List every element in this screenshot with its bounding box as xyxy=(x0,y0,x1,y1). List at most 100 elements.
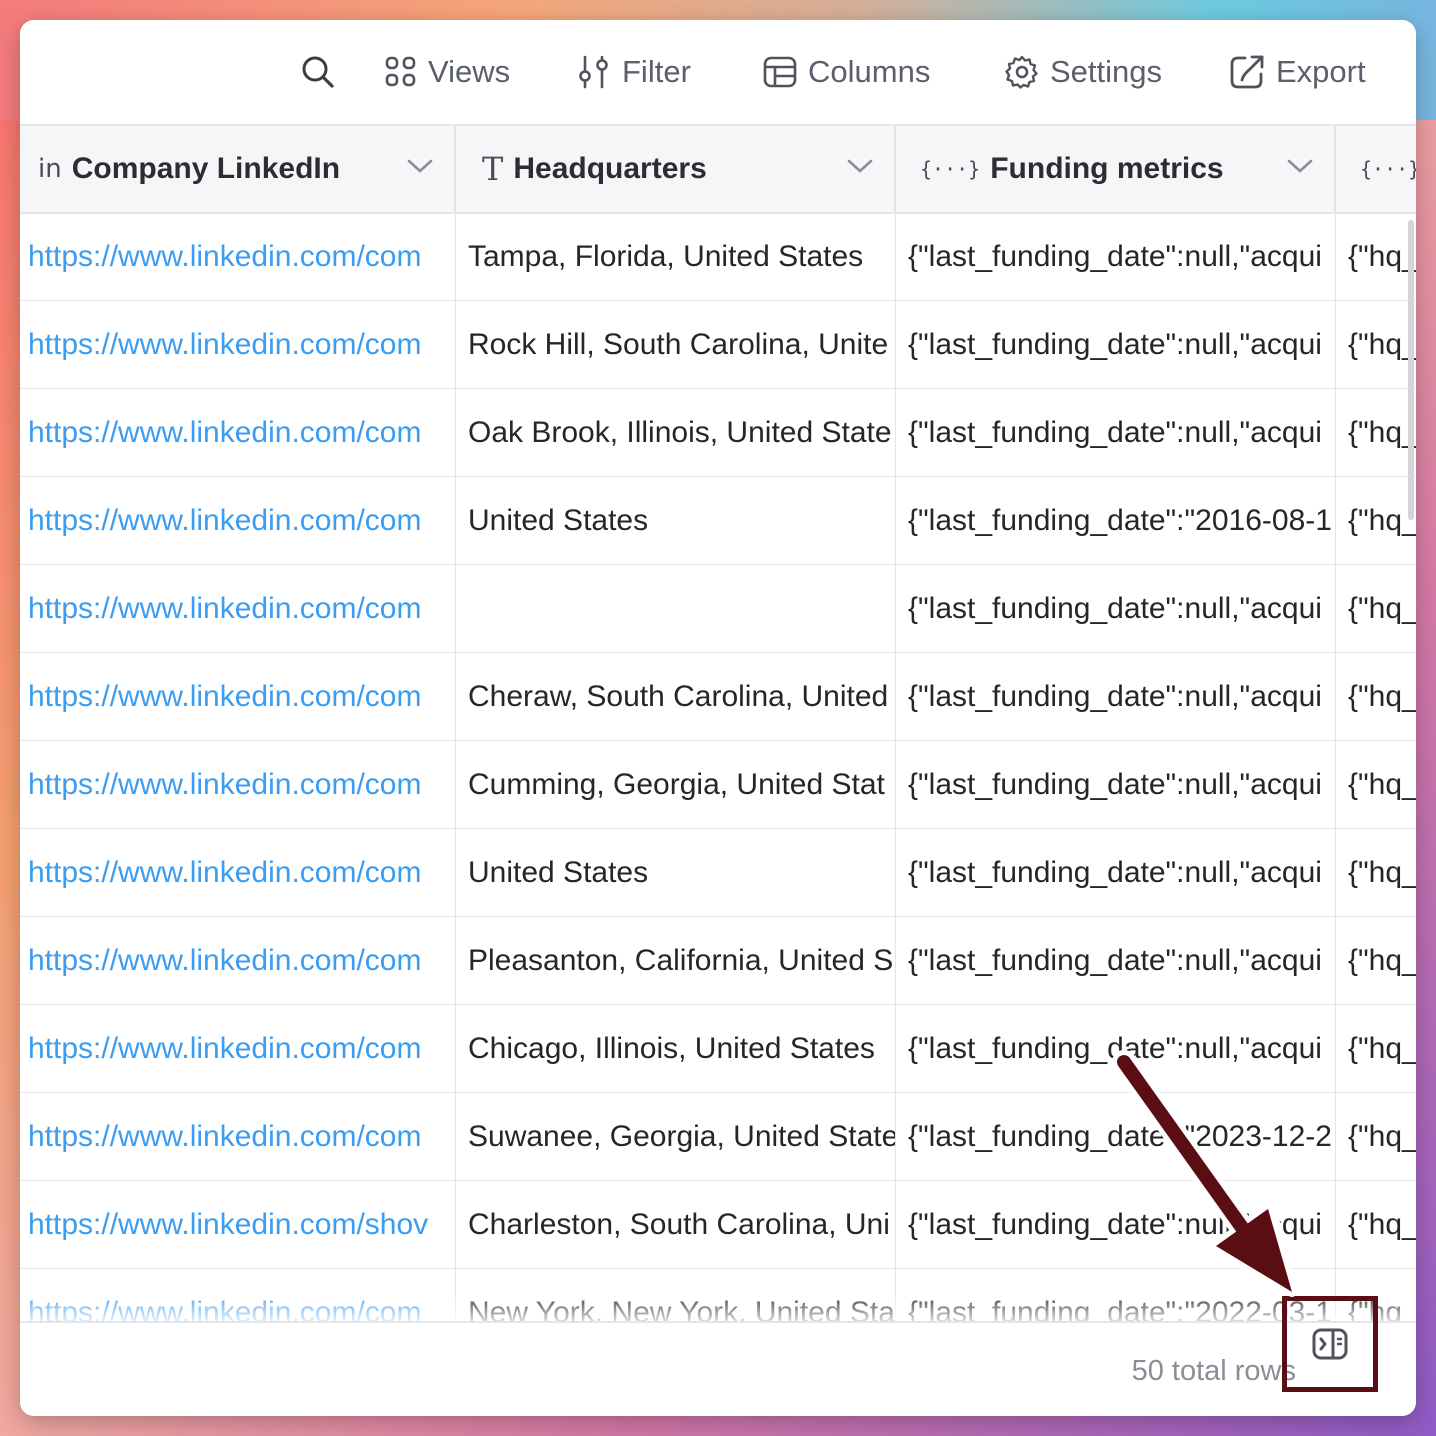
filter-sliders-icon xyxy=(579,55,608,89)
total-rows-count: 50 total rows xyxy=(1131,1355,1296,1387)
table-row[interactable]: https://www.linkedin.com/com Cheraw, Sout… xyxy=(20,653,1416,741)
column-header-label: Company LinkedIn xyxy=(71,152,341,185)
linkedin-url-cell[interactable]: https://www.linkedin.com/shov xyxy=(20,1181,456,1269)
settings-button[interactable]: Settings xyxy=(1004,48,1162,96)
headquarters-cell[interactable]: Tampa, Florida, United States xyxy=(456,213,896,301)
headquarters-cell[interactable] xyxy=(456,565,896,653)
table-row[interactable]: https://www.linkedin.com/com Oak Brook, I… xyxy=(20,389,1416,477)
linkedin-url-cell[interactable]: https://www.linkedin.com/com xyxy=(20,301,456,389)
funding-metrics-cell[interactable]: {"last_funding_date":null,"acqui xyxy=(896,213,1336,301)
headquarters-cell[interactable]: Rock Hill, South Carolina, Unite xyxy=(456,301,896,389)
chevron-down-icon[interactable] xyxy=(406,156,434,176)
table-row[interactable]: https://www.linkedin.com/com United State… xyxy=(20,829,1416,917)
table-row[interactable]: https://www.linkedin.com/com Chicago, Ill… xyxy=(20,1005,1416,1093)
linkedin-url-cell[interactable]: https://www.linkedin.com/com xyxy=(20,917,456,1005)
partial-json-cell[interactable]: {"hq_ xyxy=(1336,829,1416,917)
linkedin-icon: in xyxy=(38,154,62,184)
headquarters-cell[interactable]: Pleasanton, California, United S xyxy=(456,917,896,1005)
partial-json-cell[interactable]: {"hq_ xyxy=(1336,741,1416,829)
funding-metrics-cell[interactable]: {"last_funding_date":null,"acqui xyxy=(896,917,1336,1005)
views-label: Views xyxy=(428,54,511,89)
headquarters-cell[interactable]: Oak Brook, Illinois, United State xyxy=(456,389,896,477)
filter-button[interactable]: Filter xyxy=(576,48,691,96)
side-panel-icon xyxy=(1312,1328,1348,1360)
table-row[interactable]: https://www.linkedin.com/com Cumming, Geo… xyxy=(20,741,1416,829)
export-label: Export xyxy=(1276,54,1366,89)
column-header-partial[interactable]: {···} F xyxy=(1336,126,1416,212)
linkedin-url-cell[interactable]: https://www.linkedin.com/com xyxy=(20,1005,456,1093)
toggle-side-panel-button[interactable] xyxy=(1282,1296,1378,1392)
table-row[interactable]: https://www.linkedin.com/shov Charleston,… xyxy=(20,1181,1416,1269)
partial-json-cell[interactable]: {"hq_ xyxy=(1336,565,1416,653)
views-grid-icon xyxy=(385,56,416,87)
linkedin-url-cell[interactable]: https://www.linkedin.com/com xyxy=(20,653,456,741)
column-header-label: Funding metrics xyxy=(990,152,1224,185)
table-window: Views Filter Columns Settings Export in … xyxy=(20,20,1416,1416)
linkedin-url-cell[interactable]: https://www.linkedin.com/com xyxy=(20,477,456,565)
partial-json-cell[interactable]: {"hq_ xyxy=(1336,477,1416,565)
table-row[interactable]: https://www.linkedin.com/com Rock Hill, S… xyxy=(20,301,1416,389)
views-button[interactable]: Views xyxy=(384,48,510,96)
linkedin-url-cell[interactable]: https://www.linkedin.com/com xyxy=(20,213,456,301)
funding-metrics-cell[interactable]: {"last_funding_date":null,"acqui xyxy=(896,829,1336,917)
headquarters-cell[interactable]: Cumming, Georgia, United Stat xyxy=(456,741,896,829)
funding-metrics-cell[interactable]: {"last_funding_date":null,"acqui xyxy=(896,1181,1336,1269)
funding-metrics-cell[interactable]: {"last_funding_date":null,"acqui xyxy=(896,1005,1336,1093)
chevron-down-icon[interactable] xyxy=(1286,156,1314,176)
table-row[interactable]: https://www.linkedin.com/com Suwanee, Geo… xyxy=(20,1093,1416,1181)
partial-json-cell[interactable]: {"hq_ xyxy=(1336,1093,1416,1181)
funding-metrics-cell[interactable]: {"last_funding_date":null,"acqui xyxy=(896,565,1336,653)
funding-metrics-cell[interactable]: {"last_funding_date":null,"acqui xyxy=(896,301,1336,389)
chevron-down-icon[interactable] xyxy=(846,156,874,176)
partial-json-cell[interactable]: {"hq_ xyxy=(1336,653,1416,741)
column-header-company-linkedin[interactable]: in Company LinkedIn xyxy=(20,126,456,212)
headquarters-cell[interactable]: United States xyxy=(456,477,896,565)
linkedin-url-cell[interactable]: https://www.linkedin.com/com xyxy=(20,741,456,829)
partial-json-cell[interactable]: {"hq_ xyxy=(1336,1005,1416,1093)
table-row[interactable]: https://www.linkedin.com/com Pleasanton, … xyxy=(20,917,1416,1005)
columns-table-icon xyxy=(763,56,797,88)
funding-metrics-cell[interactable]: {"last_funding_date":"2016-08-1 xyxy=(896,477,1336,565)
json-object-icon: {···} xyxy=(1360,157,1416,181)
column-header-headquarters[interactable]: T Headquarters xyxy=(456,126,896,212)
linkedin-url-cell[interactable]: https://www.linkedin.com/com xyxy=(20,1093,456,1181)
table-row[interactable]: https://www.linkedin.com/com {"last_fundi… xyxy=(20,565,1416,653)
scroll-fade xyxy=(20,1290,1416,1322)
funding-metrics-cell[interactable]: {"last_funding_date":"2023-12-2 xyxy=(896,1093,1336,1181)
table-row[interactable]: https://www.linkedin.com/com United State… xyxy=(20,477,1416,565)
linkedin-url-cell[interactable]: https://www.linkedin.com/com xyxy=(20,829,456,917)
columns-label: Columns xyxy=(808,54,931,89)
table-footer: 50 total rows xyxy=(20,1321,1416,1416)
column-headers: in Company LinkedIn T Headquarters {···}… xyxy=(20,126,1416,214)
linkedin-url-cell[interactable]: https://www.linkedin.com/com xyxy=(20,389,456,477)
partial-json-cell[interactable]: {"hq_ xyxy=(1336,301,1416,389)
funding-metrics-cell[interactable]: {"last_funding_date":null,"acqui xyxy=(896,389,1336,477)
table-body: https://www.linkedin.com/com Tampa, Flori… xyxy=(20,213,1416,1321)
json-object-icon: {···} xyxy=(920,157,981,181)
settings-label: Settings xyxy=(1050,54,1163,89)
vertical-scrollbar[interactable] xyxy=(1408,220,1414,520)
headquarters-cell[interactable]: United States xyxy=(456,829,896,917)
column-header-funding-metrics[interactable]: {···} Funding metrics xyxy=(896,126,1336,212)
table-row[interactable]: https://www.linkedin.com/com Tampa, Flori… xyxy=(20,213,1416,301)
search-button[interactable] xyxy=(300,48,336,96)
export-button[interactable]: Export xyxy=(1228,48,1366,96)
toolbar: Views Filter Columns Settings Export xyxy=(20,20,1416,126)
linkedin-url-cell[interactable]: https://www.linkedin.com/com xyxy=(20,565,456,653)
headquarters-cell[interactable]: Chicago, Illinois, United States xyxy=(456,1005,896,1093)
search-icon xyxy=(302,56,334,88)
columns-button[interactable]: Columns xyxy=(762,48,930,96)
headquarters-cell[interactable]: Cheraw, South Carolina, United xyxy=(456,653,896,741)
partial-json-cell[interactable]: {"hq_ xyxy=(1336,917,1416,1005)
filter-label: Filter xyxy=(622,54,691,89)
headquarters-cell[interactable]: Charleston, South Carolina, Uni xyxy=(456,1181,896,1269)
funding-metrics-cell[interactable]: {"last_funding_date":null,"acqui xyxy=(896,653,1336,741)
funding-metrics-cell[interactable]: {"last_funding_date":null,"acqui xyxy=(896,741,1336,829)
partial-json-cell[interactable]: {"hq_ xyxy=(1336,1181,1416,1269)
export-icon xyxy=(1230,55,1264,89)
gear-icon xyxy=(1005,55,1038,89)
partial-json-cell[interactable]: {"hq_ xyxy=(1336,389,1416,477)
partial-json-cell[interactable]: {"hq_ xyxy=(1336,213,1416,301)
headquarters-cell[interactable]: Suwanee, Georgia, United State xyxy=(456,1093,896,1181)
text-type-icon: T xyxy=(482,150,504,188)
